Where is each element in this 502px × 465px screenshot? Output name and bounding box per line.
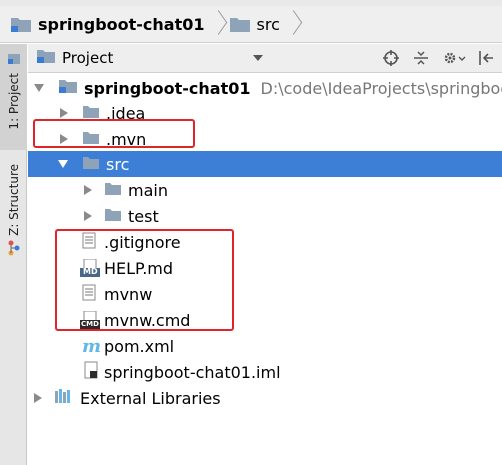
tree-node-iml[interactable]: springboot-chat01.iml — [28, 359, 502, 385]
folder-icon — [229, 15, 251, 33]
tree-node-label: src — [106, 154, 130, 174]
tree-node-label: main — [128, 180, 168, 200]
structure-tab-icon — [7, 240, 21, 260]
tree-node-test[interactable]: test — [28, 203, 502, 229]
project-header-icon — [36, 48, 56, 68]
gear-icon[interactable] — [442, 49, 466, 71]
chevron-right-icon — [286, 11, 300, 37]
target-icon[interactable] — [382, 49, 400, 71]
breadcrumb-label: springboot-chat01 — [38, 14, 205, 34]
tool-window-strip: 1: Project Z: Structure — [0, 44, 27, 465]
highlight-box-files — [55, 229, 234, 331]
tab-label: Z: Structure — [6, 164, 21, 236]
tree-node-src[interactable]: src — [28, 151, 502, 177]
project-tab-icon — [7, 50, 21, 69]
breadcrumb-label: src — [256, 14, 280, 34]
panel-title: Project — [62, 49, 114, 67]
chevron-right-icon — [211, 11, 225, 37]
project-folder-icon — [58, 78, 78, 98]
tree-node-root[interactable]: springboot-chat01 D:\code\IdeaProjects\s… — [28, 75, 502, 101]
folder-icon — [82, 155, 100, 174]
highlight-box-mvn — [33, 119, 195, 148]
expand-arrow-icon[interactable] — [58, 160, 68, 168]
tree-node-main[interactable]: main — [28, 177, 502, 203]
module-file-icon — [84, 361, 98, 383]
project-path: D:\code\IdeaProjects\springboot — [260, 78, 502, 98]
folder-icon — [104, 181, 122, 200]
maven-icon: m — [82, 335, 102, 357]
project-panel-header: Project — [28, 44, 502, 73]
tree-node-label: test — [128, 206, 159, 226]
expand-arrow-icon[interactable] — [84, 185, 92, 195]
expand-arrow-icon[interactable] — [84, 211, 92, 221]
expand-arrow-icon[interactable] — [34, 393, 42, 403]
collapse-all-icon[interactable] — [412, 49, 430, 71]
view-dropdown-icon[interactable] — [253, 55, 264, 61]
tab-project[interactable]: 1: Project — [0, 44, 27, 150]
breadcrumb-item-src[interactable]: src — [229, 15, 280, 34]
tab-label: 1: Project — [6, 73, 21, 130]
tab-structure[interactable]: Z: Structure — [0, 164, 27, 304]
breadcrumb-item-project[interactable]: springboot-chat01 — [10, 15, 205, 34]
tree-node-label: pom.xml — [104, 336, 175, 356]
project-folder-icon — [10, 15, 32, 33]
breadcrumb: springboot-chat01 src — [0, 6, 502, 43]
expand-arrow-icon[interactable] — [34, 84, 44, 92]
tree-node-pom[interactable]: m pom.xml — [28, 333, 502, 359]
expand-arrow-icon[interactable] — [60, 108, 68, 118]
tree-node-label: External Libraries — [80, 388, 221, 408]
folder-icon — [104, 207, 122, 226]
libraries-icon — [54, 388, 74, 408]
tree-node-label: springboot-chat01 — [84, 78, 251, 98]
tree-node-external-libraries[interactable]: External Libraries — [28, 385, 502, 411]
hide-icon[interactable] — [478, 49, 494, 71]
tree-node-label: springboot-chat01.iml — [104, 362, 281, 382]
